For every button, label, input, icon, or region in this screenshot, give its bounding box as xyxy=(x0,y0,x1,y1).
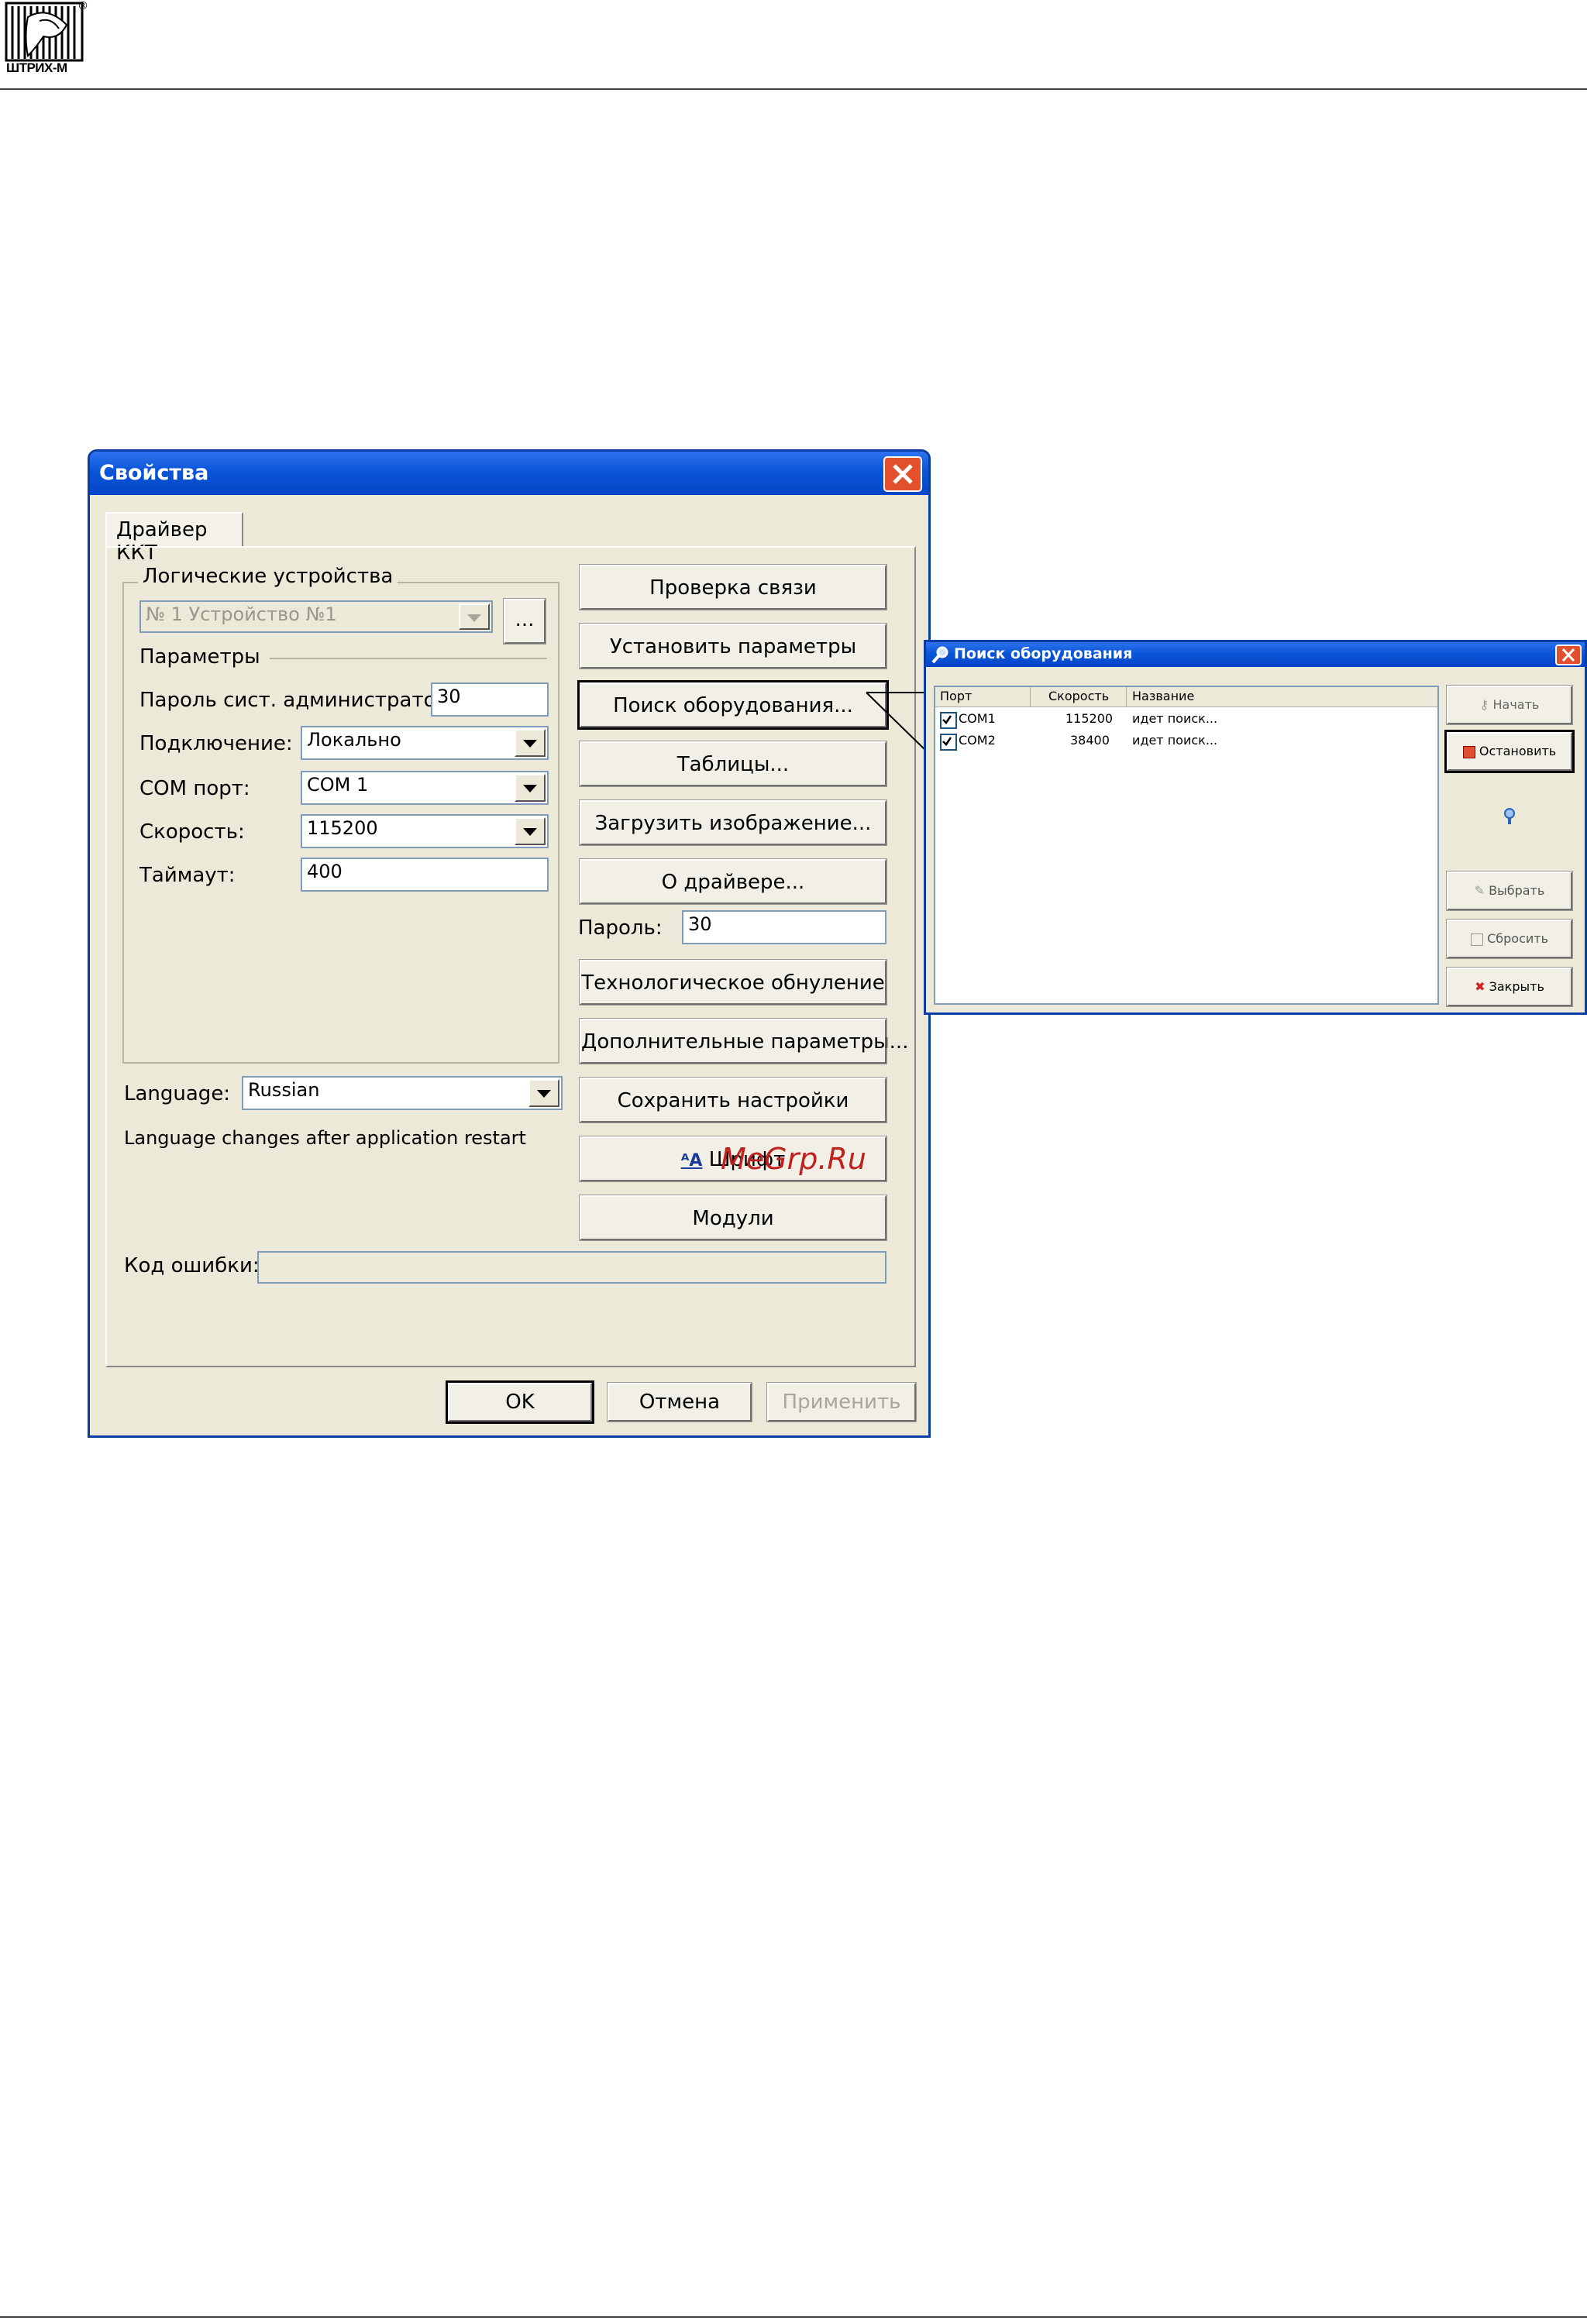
search-equipment-button[interactable]: Поиск оборудования... xyxy=(577,680,889,730)
params-title: Параметры xyxy=(139,645,260,669)
checkbox-com1[interactable] xyxy=(940,712,957,729)
search-icon xyxy=(931,646,948,664)
error-code-label: Код ошибки: xyxy=(124,1254,260,1277)
stop-button[interactable]: Остановить xyxy=(1444,730,1575,773)
speed-combo[interactable]: 115200 xyxy=(301,814,549,848)
col-port[interactable]: Порт xyxy=(940,689,972,703)
password-label: Пароль: xyxy=(578,916,663,940)
apply-button: Применить xyxy=(766,1382,917,1422)
language-note: Language changes after application resta… xyxy=(124,1127,526,1149)
col-speed[interactable]: Скорость xyxy=(1048,689,1109,703)
browse-devices-button[interactable]: ... xyxy=(503,598,546,645)
com-port-combo[interactable]: COM 1 xyxy=(301,771,549,805)
reset-button[interactable]: Сбросить xyxy=(1446,919,1573,959)
set-params-button[interactable]: Установить параметры xyxy=(579,623,887,669)
about-driver-button[interactable]: О драйвере... xyxy=(579,858,887,905)
chevron-down-icon[interactable] xyxy=(515,817,546,845)
speed-label: Скорость: xyxy=(139,820,245,844)
empty-checkbox-icon xyxy=(1470,933,1483,946)
com-port-label: COM порт: xyxy=(139,777,250,800)
logo-text: ШТРИХ-М xyxy=(6,60,67,75)
start-label: Начать xyxy=(1492,697,1540,712)
title-bar: Свойства xyxy=(90,452,928,495)
footer-divider xyxy=(0,2316,1587,2318)
timeout-field[interactable]: 400 xyxy=(301,858,549,892)
check-connection-button[interactable]: Проверка связи xyxy=(579,564,887,610)
connection-combo[interactable]: Локально xyxy=(301,726,549,760)
device-value: № 1 Устройство №1 xyxy=(146,603,337,625)
tab-kkt-driver[interactable]: Драйвер ККТ xyxy=(105,512,243,565)
table-row[interactable]: COM1 115200 идет поиск... xyxy=(935,710,1437,731)
devices-list[interactable]: Порт Скорость Название COM1 115200 идет … xyxy=(934,686,1439,1005)
check-icon xyxy=(942,715,952,724)
extra-params-button[interactable]: Дополнительные параметры... xyxy=(579,1018,908,1064)
device-combo[interactable]: № 1 Устройство №1 xyxy=(139,600,493,633)
com-port-value: COM 1 xyxy=(307,774,369,796)
tables-button[interactable]: Таблицы... xyxy=(579,741,887,787)
check-icon xyxy=(942,737,952,746)
cell-speed: 115200 xyxy=(1065,711,1114,726)
close-icon xyxy=(893,464,913,484)
language-value: Russian xyxy=(248,1079,320,1101)
close-button[interactable] xyxy=(883,456,922,492)
table-row[interactable]: COM2 38400 идет поиск... xyxy=(935,732,1437,752)
load-image-button[interactable]: Загрузить изображение... xyxy=(579,799,887,846)
password-field[interactable]: 30 xyxy=(682,910,886,944)
tech-reset-button[interactable]: Технологическое обнуление xyxy=(579,959,887,1006)
search-equipment-dialog: Поиск оборудования Порт Скорость Названи… xyxy=(924,640,1587,1015)
key-icon: ⚷ xyxy=(1479,697,1489,712)
search-close-button[interactable] xyxy=(1555,645,1582,665)
chevron-down-icon[interactable] xyxy=(515,729,546,757)
select-button[interactable]: ✎ Выбрать xyxy=(1446,871,1573,911)
chevron-down-icon[interactable] xyxy=(515,774,546,802)
cell-name: идет поиск... xyxy=(1132,733,1218,748)
cell-name: идет поиск... xyxy=(1132,711,1218,726)
cell-port: COM2 xyxy=(959,733,996,748)
font-icon: ᴬA xyxy=(680,1151,703,1171)
close-search-button[interactable]: ✖ Закрыть xyxy=(1446,967,1573,1007)
registered-mark: ® xyxy=(77,0,88,12)
cell-speed: 38400 xyxy=(1070,733,1110,748)
edit-icon: ✎ xyxy=(1474,883,1485,898)
connection-value: Локально xyxy=(307,729,401,751)
cancel-button[interactable]: Отмена xyxy=(607,1382,752,1422)
close-x-icon: ✖ xyxy=(1475,979,1485,994)
language-label: Language: xyxy=(124,1082,231,1105)
close-icon xyxy=(1561,648,1575,662)
logical-devices-title: Логические устройства xyxy=(138,565,398,588)
params-separator xyxy=(270,658,547,659)
select-label: Выбрать xyxy=(1489,883,1545,898)
search-window-title: Поиск оборудования xyxy=(954,645,1133,662)
header-divider xyxy=(0,88,1587,90)
col-name[interactable]: Название xyxy=(1132,689,1194,703)
save-settings-button[interactable]: Сохранить настройки xyxy=(579,1077,887,1123)
window-title: Свойства xyxy=(99,461,209,485)
timeout-label: Таймаут: xyxy=(139,864,236,887)
searching-animation-icon xyxy=(1504,808,1515,824)
search-title-bar: Поиск оборудования xyxy=(926,642,1585,667)
language-combo[interactable]: Russian xyxy=(242,1076,563,1110)
close-label: Закрыть xyxy=(1489,979,1544,994)
chevron-down-icon[interactable] xyxy=(528,1079,559,1107)
connection-label: Подключение: xyxy=(139,732,293,755)
properties-dialog: Свойства Драйвер ККТ Логические устройст… xyxy=(88,449,931,1438)
cell-port: COM1 xyxy=(959,711,996,726)
modules-button[interactable]: Модули xyxy=(579,1195,887,1241)
error-code-field xyxy=(257,1251,886,1284)
start-button[interactable]: ⚷ Начать xyxy=(1446,685,1573,725)
ok-button[interactable]: OK xyxy=(446,1380,594,1424)
admin-password-label: Пароль сист. администратора xyxy=(139,689,461,712)
reset-label: Сбросить xyxy=(1487,931,1549,946)
list-header: Порт Скорость Название xyxy=(935,687,1437,707)
checkbox-com2[interactable] xyxy=(940,734,957,751)
speed-value: 115200 xyxy=(307,817,378,839)
watermark: MeGrp.Ru xyxy=(721,1142,866,1176)
chevron-down-icon[interactable] xyxy=(459,603,490,630)
stop-label: Остановить xyxy=(1479,744,1557,758)
admin-password-field[interactable]: 30 xyxy=(431,682,549,717)
stop-icon xyxy=(1462,745,1475,758)
